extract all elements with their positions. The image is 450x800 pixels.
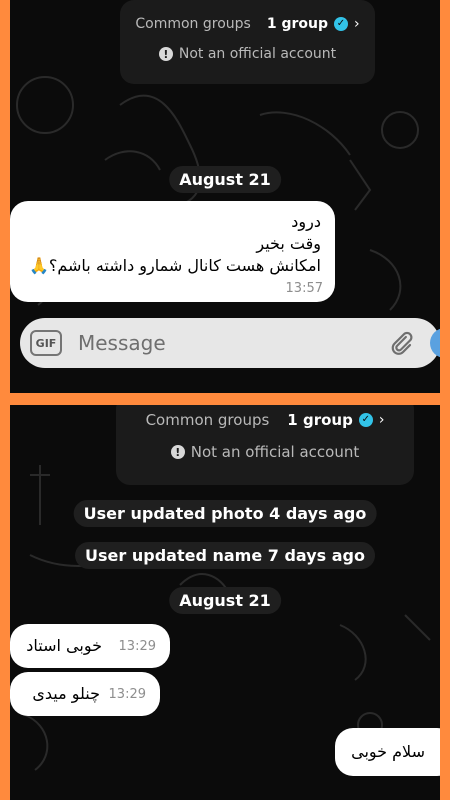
- not-official-row: ! Not an official account: [116, 443, 414, 461]
- message-line: وقت بخیر: [256, 234, 321, 253]
- not-official-text: Not an official account: [178, 46, 337, 62]
- info-alert-icon: !: [158, 47, 173, 61]
- incoming-message-bubble[interactable]: خوبی استاد 13:29: [10, 624, 170, 668]
- message-input[interactable]: Message: [78, 331, 166, 355]
- verified-badge-icon: ✓: [334, 17, 348, 31]
- common-groups-value: 1 group: [287, 411, 353, 429]
- chat-panel-top: Common groups 1 group ✓ › ! Not an offic…: [10, 0, 440, 393]
- message-time: 13:29: [108, 687, 146, 702]
- message-time: 13:29: [118, 639, 156, 654]
- incoming-message-bubble[interactable]: درود وقت بخیر امکانش هست کانال شمارو داش…: [10, 201, 335, 302]
- account-info-card: Common groups 1 group ✓ › ! Not an offic…: [120, 0, 375, 84]
- message-line: درود: [291, 212, 321, 231]
- message-text: خوبی استاد: [26, 636, 102, 655]
- incoming-message-bubble[interactable]: سلام خوبی: [335, 728, 440, 776]
- common-groups-row[interactable]: Common groups 1 group ✓ ›: [116, 411, 414, 429]
- message-text: سلام خوبی: [351, 742, 425, 761]
- attachment-clip-icon[interactable]: [388, 330, 414, 356]
- incoming-message-bubble[interactable]: چنلو میدی 13:29: [10, 672, 160, 716]
- common-groups-row[interactable]: Common groups 1 group ✓ ›: [120, 16, 375, 32]
- message-text: درود وقت بخیر امکانش هست کانال شمارو داش…: [29, 211, 321, 277]
- date-pill: August 21: [169, 587, 281, 614]
- verified-badge-icon: ✓: [358, 413, 373, 427]
- chevron-right-icon: ›: [354, 16, 360, 32]
- common-groups-label: Common groups: [135, 16, 251, 32]
- info-alert-icon: !: [170, 445, 185, 459]
- message-text: چنلو میدی: [32, 684, 100, 703]
- event-pill-photo: User updated photo 4 days ago: [73, 500, 377, 527]
- chat-panel-bottom: Common groups 1 group ✓ › ! Not an offic…: [10, 405, 440, 800]
- not-official-text: Not an official account: [190, 443, 360, 461]
- event-pill-name: User updated name 7 days ago: [75, 542, 375, 569]
- not-official-row: ! Not an official account: [120, 46, 375, 62]
- message-time: 13:57: [285, 281, 323, 296]
- send-button[interactable]: [430, 328, 440, 358]
- date-pill: August 21: [169, 166, 281, 193]
- chevron-right-icon: ›: [378, 412, 385, 428]
- message-line: امکانش هست کانال شمارو داشته باشم؟🙏: [28, 256, 321, 275]
- common-groups-value: 1 group: [266, 16, 328, 32]
- gif-button[interactable]: GIF: [30, 330, 62, 356]
- common-groups-label: Common groups: [145, 411, 270, 429]
- account-info-card: Common groups 1 group ✓ › ! Not an offic…: [116, 405, 414, 485]
- message-composer: GIF Message: [20, 318, 440, 368]
